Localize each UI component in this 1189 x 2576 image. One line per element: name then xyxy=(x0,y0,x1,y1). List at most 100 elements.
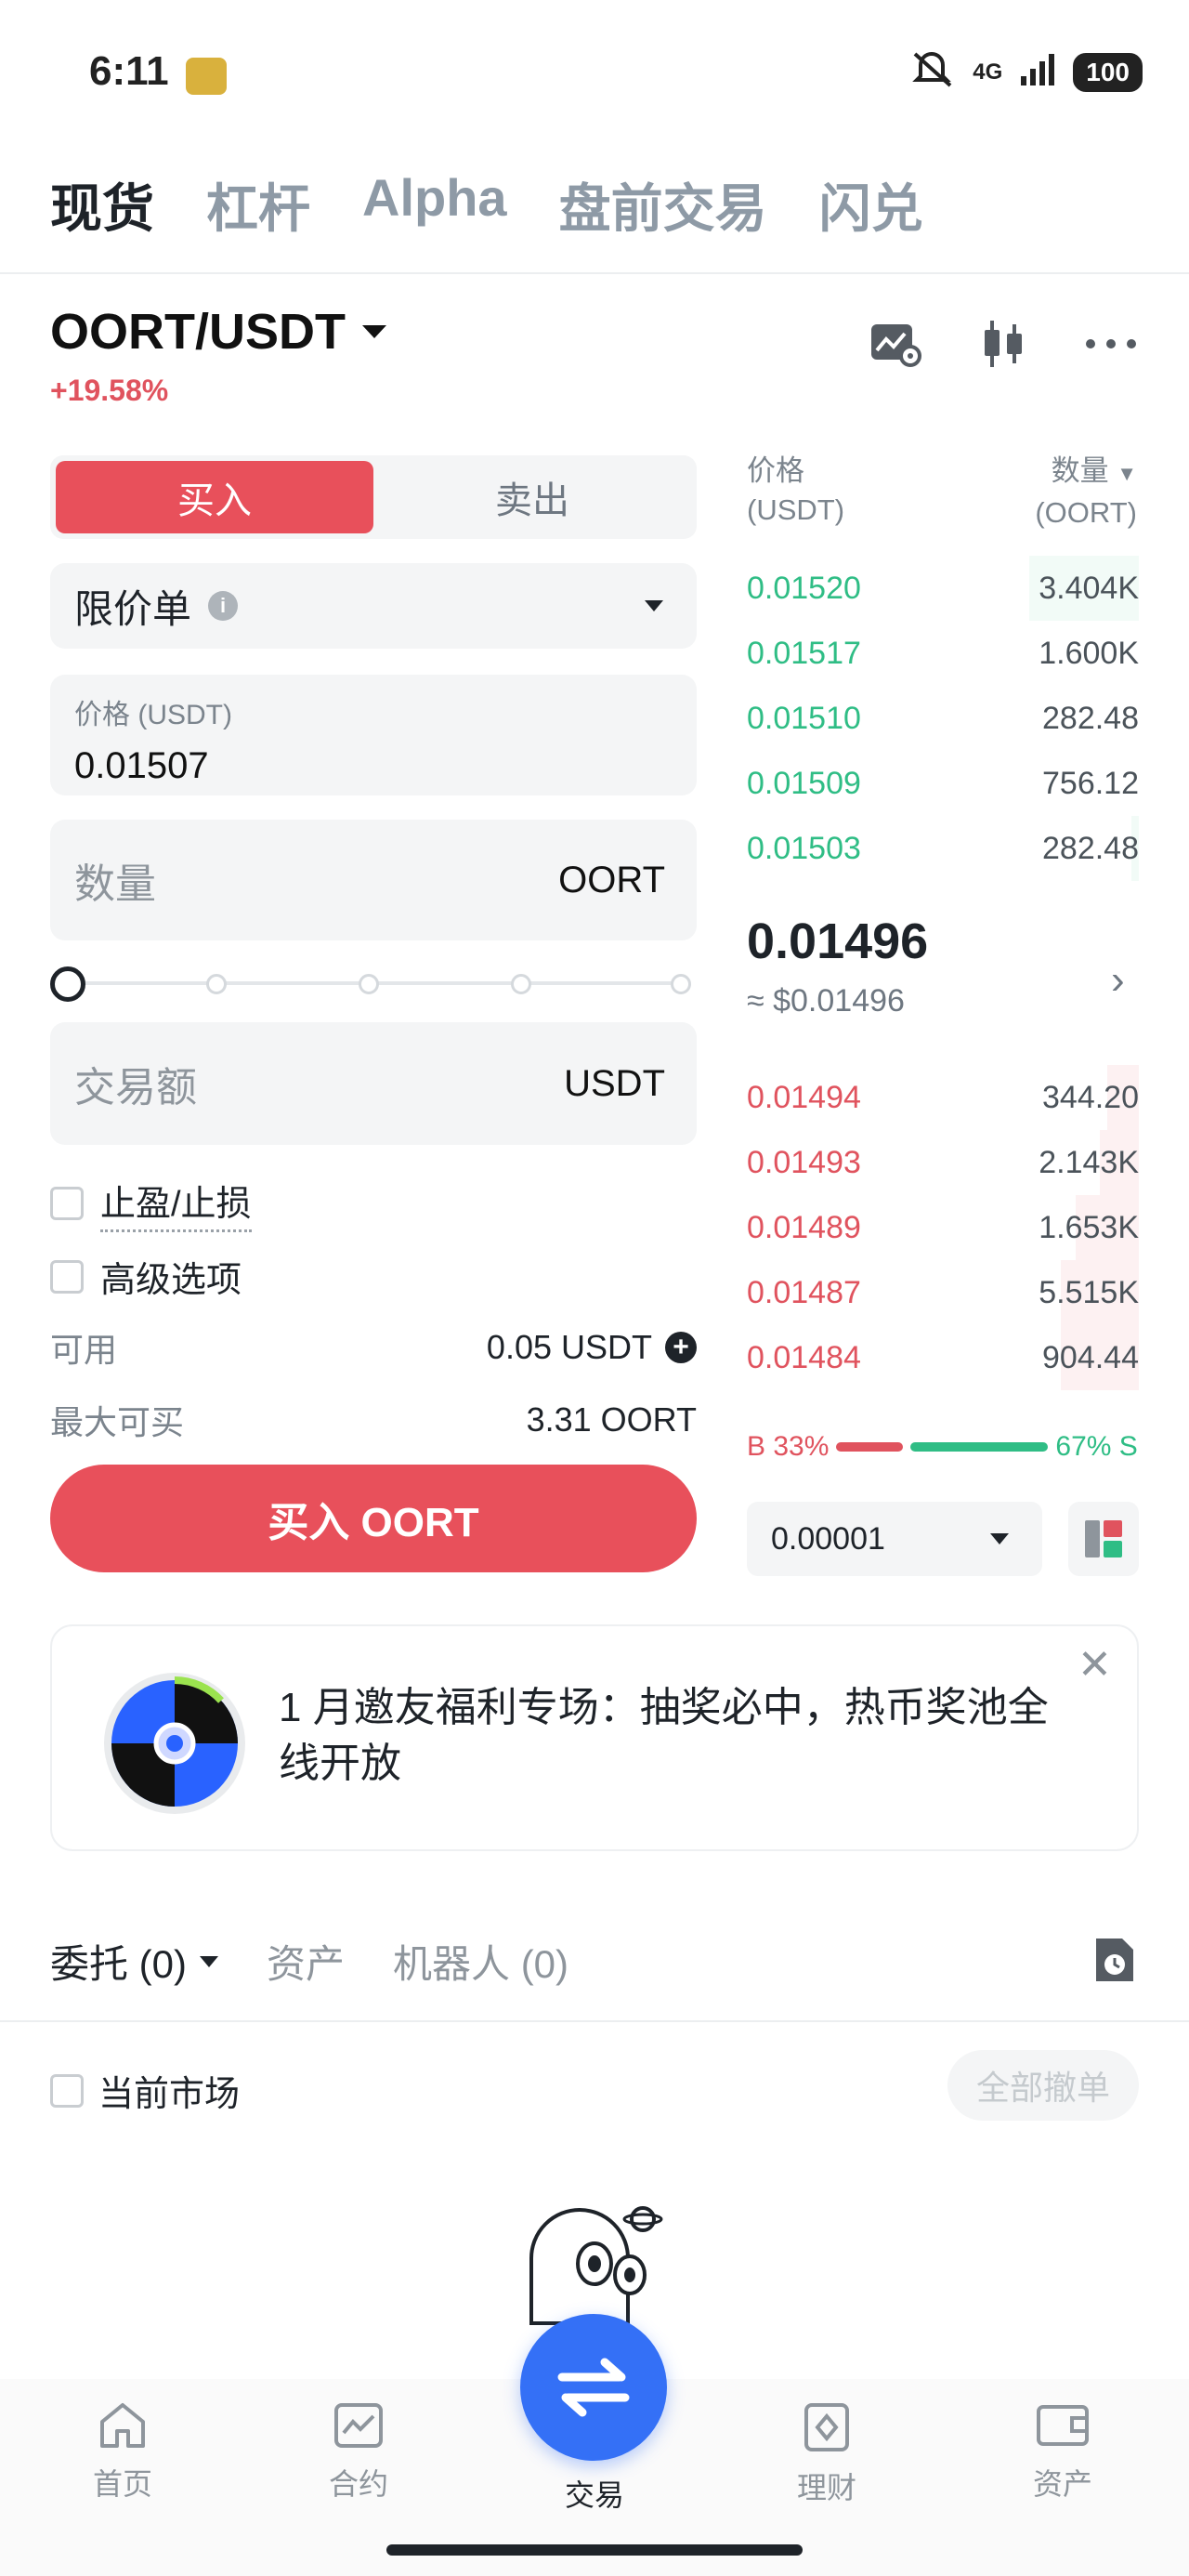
ask-price: 0.01520 xyxy=(747,570,861,606)
tpsl-label: 止盈/止损 xyxy=(100,1175,252,1232)
price-input[interactable]: 价格 (USDT) 0.01507 xyxy=(50,675,697,795)
nav-earn[interactable]: 理财 xyxy=(752,2401,901,2507)
price-input-label: 价格 (USDT) xyxy=(74,700,232,730)
order-history-icon[interactable] xyxy=(1092,1935,1137,1990)
advanced-checkbox[interactable] xyxy=(50,1259,84,1294)
tpsl-option[interactable]: 止盈/止损 xyxy=(50,1175,252,1232)
slider-step-100[interactable] xyxy=(671,974,691,994)
cancel-all-button[interactable]: 全部撤单 xyxy=(947,2050,1139,2121)
current-market-checkbox[interactable] xyxy=(50,2073,84,2108)
home-indicator xyxy=(386,2544,803,2556)
ob-qty-unit: (OORT) xyxy=(1035,496,1137,529)
ob-qty-header[interactable]: 数量 ▼ xyxy=(1035,452,1137,493)
market-type-tabs: 现货 杠杆 Alpha 盘前交易 闪兑 xyxy=(50,167,923,243)
order-type-select[interactable]: 限价单 i xyxy=(50,563,697,649)
ask-qty: 282.48 xyxy=(1042,830,1139,866)
last-price-usd: ≈ $0.01496 xyxy=(747,983,905,1019)
close-icon[interactable]: ✕ xyxy=(1078,1641,1112,1689)
chart-settings-icon[interactable] xyxy=(868,316,923,372)
ask-row[interactable]: 0.01517 1.600K xyxy=(747,621,1139,686)
advanced-option[interactable]: 高级选项 xyxy=(50,1251,242,1302)
tab-open-orders[interactable]: 委托 (0) xyxy=(50,1933,219,1990)
chevron-down-icon xyxy=(362,325,386,338)
bid-row[interactable]: 0.01489 1.653K xyxy=(747,1195,1139,1260)
ask-qty: 756.12 xyxy=(1042,765,1139,801)
sell-tab[interactable]: 卖出 xyxy=(373,461,691,533)
precision-value: 0.00001 xyxy=(771,1520,885,1557)
bid-qty: 5.515K xyxy=(1039,1274,1139,1310)
network-label: 4G xyxy=(973,59,1003,85)
buy-tab[interactable]: 买入 xyxy=(56,461,373,533)
bid-row[interactable]: 0.01494 344.20 xyxy=(747,1065,1139,1130)
bid-row[interactable]: 0.01493 2.143K xyxy=(747,1130,1139,1195)
layout-icon xyxy=(1085,1520,1122,1557)
quantity-input[interactable]: 数量 OORT xyxy=(50,820,697,940)
nav-trade[interactable]: 交易 xyxy=(520,2472,669,2515)
precision-select[interactable]: 0.00001 xyxy=(747,1502,1042,1576)
price-input-value: 0.01507 xyxy=(74,745,209,786)
tab-spot[interactable]: 现货 xyxy=(50,167,154,243)
quantity-placeholder: 数量 xyxy=(74,861,156,907)
current-market-filter[interactable]: 当前市场 xyxy=(50,2065,240,2116)
bid-price: 0.01487 xyxy=(747,1274,861,1310)
quantity-unit: OORT xyxy=(558,859,665,900)
current-market-label: 当前市场 xyxy=(98,2075,241,2114)
buy-sell-toggle: 买入 卖出 xyxy=(50,455,697,539)
bid-qty: 344.20 xyxy=(1042,1079,1139,1115)
amount-input[interactable]: 交易额 USDT xyxy=(50,1022,697,1145)
trade-fab-button[interactable] xyxy=(520,2314,667,2461)
orderbook-layout-button[interactable] xyxy=(1068,1502,1139,1576)
tab-premarket[interactable]: 盘前交易 xyxy=(559,167,767,243)
amount-slider[interactable] xyxy=(50,966,697,1002)
tab-bots[interactable]: 机器人 (0) xyxy=(393,1933,568,1990)
deposit-plus-icon[interactable]: + xyxy=(665,1332,697,1363)
orders-divider xyxy=(0,2020,1189,2022)
nav-assets[interactable]: 资产 xyxy=(988,2401,1137,2504)
candlestick-icon[interactable] xyxy=(975,316,1031,372)
ask-row[interactable]: 0.01520 3.404K xyxy=(747,556,1139,621)
mute-icon xyxy=(908,48,956,97)
bid-qty: 2.143K xyxy=(1039,1144,1139,1180)
battery-icon: 100 xyxy=(1073,53,1143,92)
bid-row[interactable]: 0.01487 5.515K xyxy=(747,1260,1139,1325)
buy-submit-button[interactable]: 买入 OORT xyxy=(50,1465,697,1572)
header-actions xyxy=(868,316,1139,372)
tab-assets[interactable]: 资产 xyxy=(267,1933,345,1990)
home-icon xyxy=(100,2403,145,2448)
chevron-down-icon xyxy=(645,600,663,611)
promo-wheel-icon xyxy=(100,1669,249,1818)
info-icon[interactable]: i xyxy=(208,591,239,621)
order-type-label: 限价单 xyxy=(74,586,192,631)
buy-sell-ratio: B 33% 67% S xyxy=(747,1431,1139,1463)
slider-step-25[interactable] xyxy=(206,974,227,994)
available-label: 可用 xyxy=(50,1331,118,1369)
chevron-right-icon[interactable]: › xyxy=(1111,957,1125,1004)
tab-alpha[interactable]: Alpha xyxy=(362,167,507,243)
available-row: 可用 0.05 USDT + xyxy=(50,1323,697,1372)
pair-selector[interactable]: OORT/USDT xyxy=(50,303,386,361)
sell-ratio-bar xyxy=(910,1442,1049,1452)
ask-price: 0.01509 xyxy=(747,765,861,801)
tab-margin[interactable]: 杠杆 xyxy=(206,167,310,243)
bid-price: 0.01494 xyxy=(747,1079,861,1115)
ask-row[interactable]: 0.01503 282.48 xyxy=(747,816,1139,881)
ask-row[interactable]: 0.01510 282.48 xyxy=(747,686,1139,751)
last-price[interactable]: 0.01496 xyxy=(747,913,928,970)
bid-row[interactable]: 0.01484 904.44 xyxy=(747,1325,1139,1390)
wallet-icon xyxy=(1037,2405,1089,2446)
ask-row[interactable]: 0.01509 756.12 xyxy=(747,751,1139,816)
nav-futures[interactable]: 合约 xyxy=(284,2401,433,2504)
buy-ratio-label: B 33% xyxy=(747,1431,830,1462)
advanced-label: 高级选项 xyxy=(100,1261,242,1300)
slider-step-50[interactable] xyxy=(359,974,379,994)
buy-ratio-bar xyxy=(836,1442,904,1452)
tpsl-checkbox[interactable] xyxy=(50,1187,84,1220)
earn-icon xyxy=(804,2403,849,2451)
more-icon[interactable] xyxy=(1083,316,1139,372)
amount-unit: USDT xyxy=(564,1062,665,1104)
slider-step-75[interactable] xyxy=(511,974,531,994)
signal-icon xyxy=(1019,50,1056,95)
nav-home[interactable]: 首页 xyxy=(48,2401,197,2504)
slider-handle[interactable] xyxy=(50,966,85,1002)
tab-convert[interactable]: 闪兑 xyxy=(819,167,923,243)
